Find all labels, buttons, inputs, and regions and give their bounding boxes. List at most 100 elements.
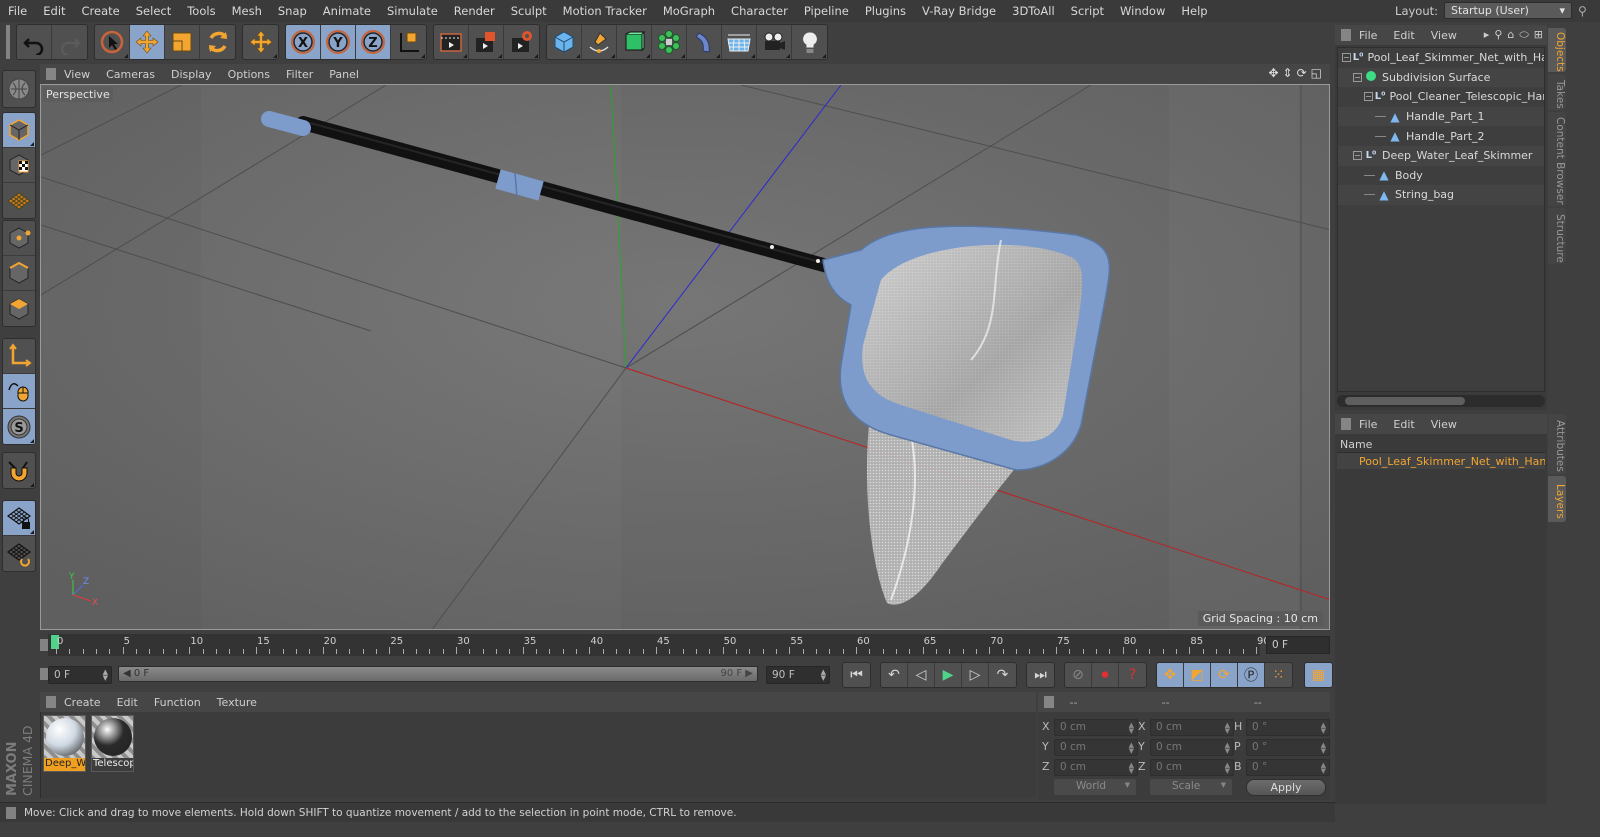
previous-frame-button[interactable]: ◁ xyxy=(908,663,935,687)
coord-pos-x-field[interactable]: 0 cm ▲ ▼ xyxy=(1054,719,1138,736)
spinner-icon[interactable]: ▲ ▼ xyxy=(1321,742,1326,755)
menu-sculpt[interactable]: Sculpt xyxy=(503,4,555,18)
spinner-icon[interactable]: ▲ ▼ xyxy=(1225,742,1230,755)
menu-edit[interactable]: Edit xyxy=(35,4,73,18)
viewport-menu-display[interactable]: Display xyxy=(163,68,220,81)
play-button[interactable]: ▶ xyxy=(935,663,962,687)
edges-mode-button[interactable] xyxy=(3,256,35,291)
menu-script[interactable]: Script xyxy=(1063,4,1112,18)
pen-spline-button[interactable] xyxy=(582,25,617,59)
object-tree-row[interactable]: − Subdivision Surface xyxy=(1338,67,1544,88)
next-key-button[interactable]: ↷ xyxy=(989,663,1016,687)
coord-scale-x-field[interactable]: 0 cm ▲ ▼ xyxy=(1150,719,1234,736)
move-button[interactable] xyxy=(130,25,165,59)
menu-simulate[interactable]: Simulate xyxy=(379,4,446,18)
bend-deformer-button[interactable] xyxy=(687,25,722,59)
menu-window[interactable]: Window xyxy=(1112,4,1173,18)
key-pla-button[interactable]: ⁙ xyxy=(1265,663,1292,687)
x-axis-lock-button[interactable]: X xyxy=(286,25,321,59)
floor-button[interactable] xyxy=(722,25,757,59)
goto-end-button[interactable]: ⏭ xyxy=(1027,663,1054,687)
side-tab-takes[interactable]: Takes xyxy=(1548,74,1566,110)
panel-grip[interactable] xyxy=(1341,418,1351,430)
object-menu-edit[interactable]: Edit xyxy=(1385,29,1422,42)
filter-icon[interactable]: ⬭ xyxy=(1519,28,1528,42)
side-tab-objects[interactable]: Objects xyxy=(1548,28,1566,72)
object-tree-row[interactable]: ▲ Body xyxy=(1338,166,1544,186)
new-panel-icon[interactable]: ⊞ xyxy=(1534,28,1543,42)
menu-help[interactable]: Help xyxy=(1173,4,1215,18)
autokey-button[interactable]: ? xyxy=(1119,663,1146,687)
viewport-menu-cameras[interactable]: Cameras xyxy=(98,68,163,81)
y-axis-lock-button[interactable]: Y xyxy=(321,25,356,59)
horizontal-scrollbar[interactable] xyxy=(1337,395,1545,407)
camera-button[interactable] xyxy=(757,25,792,59)
last-tool-button[interactable] xyxy=(243,25,278,59)
spinner-icon[interactable]: ▲ ▼ xyxy=(1321,762,1326,775)
next-frame-button[interactable]: ▷ xyxy=(962,663,989,687)
coordinate-system-button[interactable] xyxy=(391,25,426,59)
viewport-menu-view[interactable]: View xyxy=(56,68,98,81)
live-selection-button[interactable] xyxy=(95,25,130,59)
panel-grip[interactable] xyxy=(1044,696,1054,708)
spinner-icon[interactable]: ▲ ▼ xyxy=(1129,742,1134,755)
timeline-window-button[interactable]: ▦ xyxy=(1305,663,1332,687)
menu-animate[interactable]: Animate xyxy=(315,4,379,18)
expand-toggle-icon[interactable]: − xyxy=(1353,151,1362,161)
spinner-icon[interactable]: ▲ ▼ xyxy=(103,669,108,682)
timeline-ruler[interactable]: 0 5 10 15 20 25 30 35 40 45 50 55 60 65 70 75 80 85 90 xyxy=(48,634,1270,656)
lock-workplane-button[interactable] xyxy=(3,501,35,536)
side-tab-structure[interactable]: Structure xyxy=(1548,208,1566,264)
tweak-mode-button[interactable] xyxy=(3,374,35,409)
layer-name-column-header[interactable]: Name xyxy=(1337,438,1545,453)
menu-v-ray-bridge[interactable]: V-Ray Bridge xyxy=(914,4,1004,18)
end-frame-field[interactable]: 90 F ▲ ▼ xyxy=(766,666,830,684)
expand-toggle-icon[interactable]: − xyxy=(1353,72,1362,82)
points-mode-button[interactable] xyxy=(3,221,35,256)
coord-scale-y-field[interactable]: 0 cm ▲ ▼ xyxy=(1150,739,1234,756)
menu-tools[interactable]: Tools xyxy=(179,4,223,18)
object-tree-row[interactable]: −L⁰Pool_Cleaner_Telescopic_Handle xyxy=(1338,87,1544,107)
panel-grip[interactable] xyxy=(46,696,56,708)
material-menu-edit[interactable]: Edit xyxy=(109,696,146,709)
dolly-view-icon[interactable]: ⇕ xyxy=(1283,66,1293,80)
coord-pos-y-field[interactable]: 0 cm ▲ ▼ xyxy=(1054,739,1138,756)
spinner-icon[interactable]: ▲ ▼ xyxy=(1225,722,1230,735)
coordinate-system-dropdown[interactable]: World xyxy=(1054,779,1136,795)
render-view-button[interactable] xyxy=(434,25,469,59)
apply-button[interactable]: Apply xyxy=(1246,779,1326,796)
material-menu-function[interactable]: Function xyxy=(146,696,209,709)
render-picture-viewer-button[interactable] xyxy=(469,25,504,59)
layer-menu-edit[interactable]: Edit xyxy=(1385,418,1422,431)
scrollbar-thumb[interactable] xyxy=(1345,397,1465,405)
more-arrow-icon[interactable]: ▸ xyxy=(1484,28,1490,42)
solo-button[interactable]: S xyxy=(3,409,35,444)
coord-rot-b-field[interactable]: 0 ° ▲ ▼ xyxy=(1246,759,1330,776)
toolbar-grip[interactable] xyxy=(6,25,10,59)
goto-start-button[interactable]: ⏮ xyxy=(843,663,870,687)
viewport-menu-options[interactable]: Options xyxy=(220,68,278,81)
menu-render[interactable]: Render xyxy=(446,4,503,18)
spinner-icon[interactable]: ▲ ▼ xyxy=(1129,722,1134,735)
scale-button[interactable] xyxy=(165,25,200,59)
spinner-icon[interactable]: ▲ ▼ xyxy=(1129,762,1134,775)
material-menu-texture[interactable]: Texture xyxy=(209,696,265,709)
perspective-viewport[interactable]: Y Z X Perspective Grid Spacing : 10 cm xyxy=(40,84,1330,630)
polygons-mode-button[interactable] xyxy=(3,291,35,326)
menu-motion-tracker[interactable]: Motion Tracker xyxy=(555,4,655,18)
preview-range-slider[interactable]: ◀ 0 F 90 F ▶ xyxy=(118,666,758,682)
spinner-icon[interactable]: ▲ ▼ xyxy=(1321,722,1326,735)
material-swatch[interactable]: Telescop xyxy=(91,715,134,772)
menu-file[interactable]: File xyxy=(0,4,35,18)
orbit-view-icon[interactable]: ⟳ xyxy=(1297,66,1307,80)
key-position-button[interactable]: ✥ xyxy=(1157,663,1184,687)
expand-toggle-icon[interactable]: − xyxy=(1342,53,1351,63)
light-button[interactable] xyxy=(792,25,827,59)
record-keys-button[interactable]: ⏺ xyxy=(1092,663,1119,687)
viewport-menu-filter[interactable]: Filter xyxy=(278,68,321,81)
current-frame-field[interactable]: 0 F xyxy=(1266,636,1330,654)
object-tree-row[interactable]: ▲ Handle_Part_1 xyxy=(1338,106,1544,127)
panel-grip[interactable] xyxy=(1341,29,1351,41)
home-icon[interactable]: ⌂ xyxy=(1507,28,1514,42)
coord-pos-z-field[interactable]: 0 cm ▲ ▼ xyxy=(1054,759,1138,776)
